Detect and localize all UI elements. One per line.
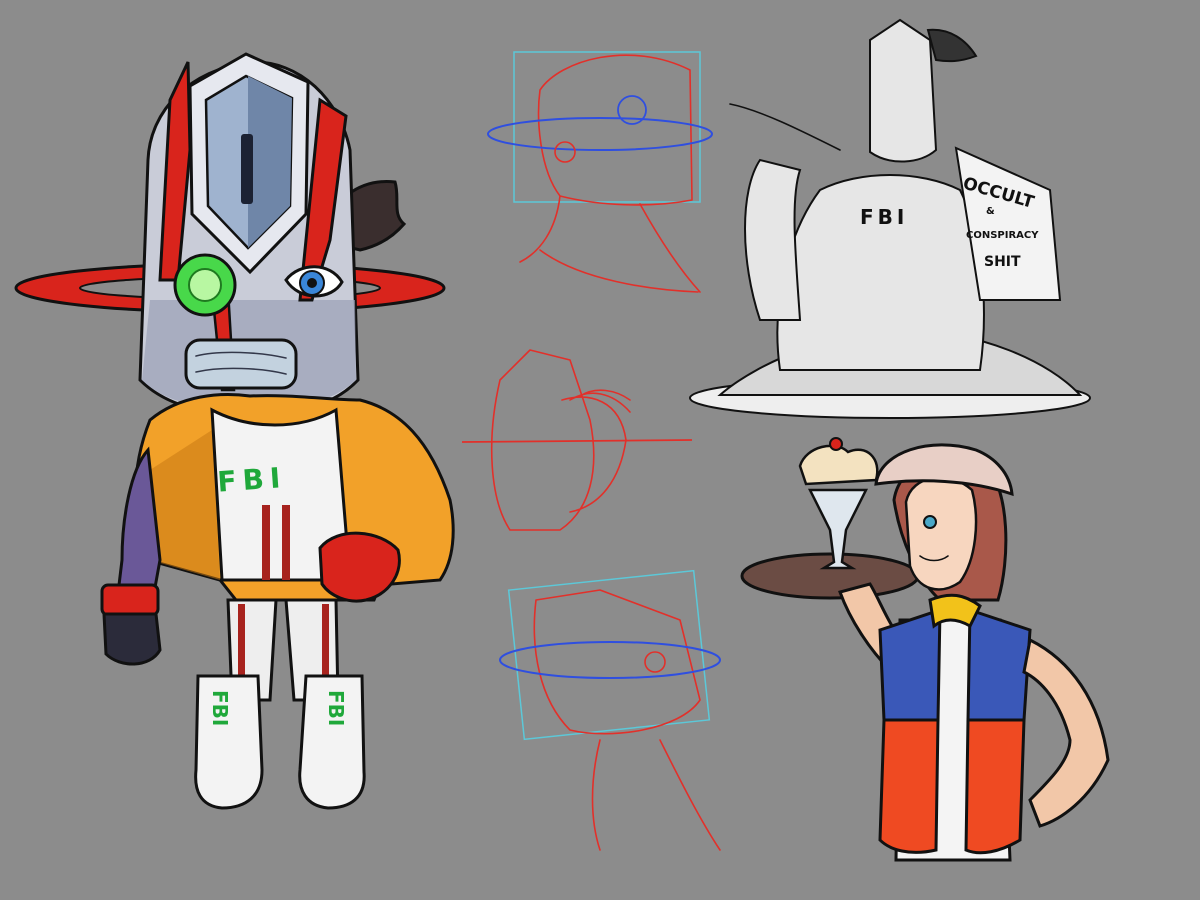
statue-arm-spoon <box>744 158 802 321</box>
book-line3: CONSPIRACY <box>966 230 1039 241</box>
right-boot-lettering: FBI <box>324 690 348 726</box>
vest-right-blue <box>966 607 1032 722</box>
character-sheet-canvas: FBI FBI FBI OCCULT & CONSPIRACY SHIT FBI <box>0 0 1200 900</box>
statue-head <box>869 18 938 163</box>
vest-left-red <box>878 718 940 854</box>
vest-left-blue <box>878 607 942 722</box>
cyber-fist <box>102 612 162 666</box>
sundae-cherry <box>829 437 843 451</box>
mouth-grill <box>184 338 298 390</box>
cyber-eye-core <box>188 268 222 302</box>
shirt-stripe-left <box>262 505 270 580</box>
book-line4: SHIT <box>984 254 1021 270</box>
waitress-face <box>904 476 978 591</box>
human-eye-pupil <box>307 278 317 288</box>
left-boot-lettering: FBI <box>208 690 232 726</box>
statue-chest-lettering: FBI <box>860 205 908 229</box>
crest-slot <box>241 134 253 204</box>
shirt-stripe-right <box>282 505 290 580</box>
chest-lettering: FBI <box>216 461 287 499</box>
serving-tray <box>740 552 920 600</box>
vest-right-red <box>964 718 1026 855</box>
vest-collar <box>928 593 982 629</box>
cyber-arm-cuff <box>100 583 160 617</box>
book-line2: & <box>986 206 995 217</box>
waitress-eye <box>923 515 937 529</box>
sundae-cream <box>798 444 879 486</box>
